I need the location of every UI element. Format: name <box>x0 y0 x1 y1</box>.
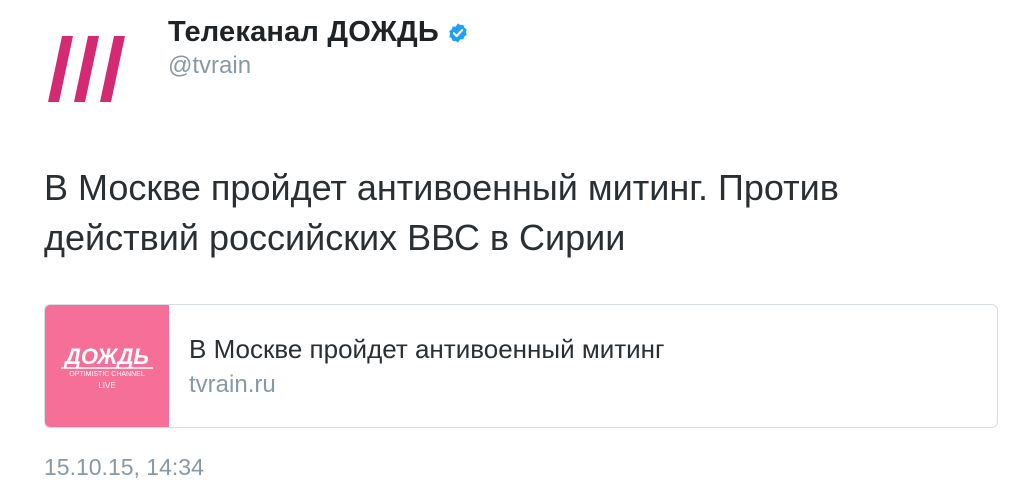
tweet-timestamp[interactable]: 15.10.15, 14:34 <box>44 454 204 481</box>
verified-badge-icon <box>449 22 467 43</box>
tweet-text: В Москве пройдет антивоенный митинг. Про… <box>44 167 839 258</box>
tweet: Телеканал ДОЖДЬ @tvrain В Москве пройдет… <box>0 0 1024 496</box>
author-handle[interactable]: @tvrain <box>168 52 251 80</box>
logo-main-text: ДОЖДЬ <box>63 344 149 369</box>
card-thumbnail: ДОЖДЬ OPTIMISTIC CHANNEL LIVE <box>45 305 169 427</box>
logo-tagline-text: OPTIMISTIC CHANNEL <box>69 371 145 378</box>
author-display-name[interactable]: Телеканал ДОЖДЬ <box>168 16 439 49</box>
card-title[interactable]: В Москве пройдет антивоенный митинг <box>189 333 665 365</box>
tvrain-logo-avatar[interactable] <box>40 22 136 118</box>
author-name-row[interactable]: Телеканал ДОЖДЬ <box>168 16 469 49</box>
dozhd-logo-icon: ДОЖДЬ OPTIMISTIC CHANNEL LIVE <box>61 344 153 390</box>
logo-live-text: LIVE <box>98 381 115 390</box>
link-card[interactable]: ДОЖДЬ OPTIMISTIC CHANNEL LIVE В Москве п… <box>44 304 998 428</box>
card-domain[interactable]: tvrain.ru <box>189 371 665 399</box>
card-body: В Москве пройдет антивоенный митинг tvra… <box>169 305 665 427</box>
